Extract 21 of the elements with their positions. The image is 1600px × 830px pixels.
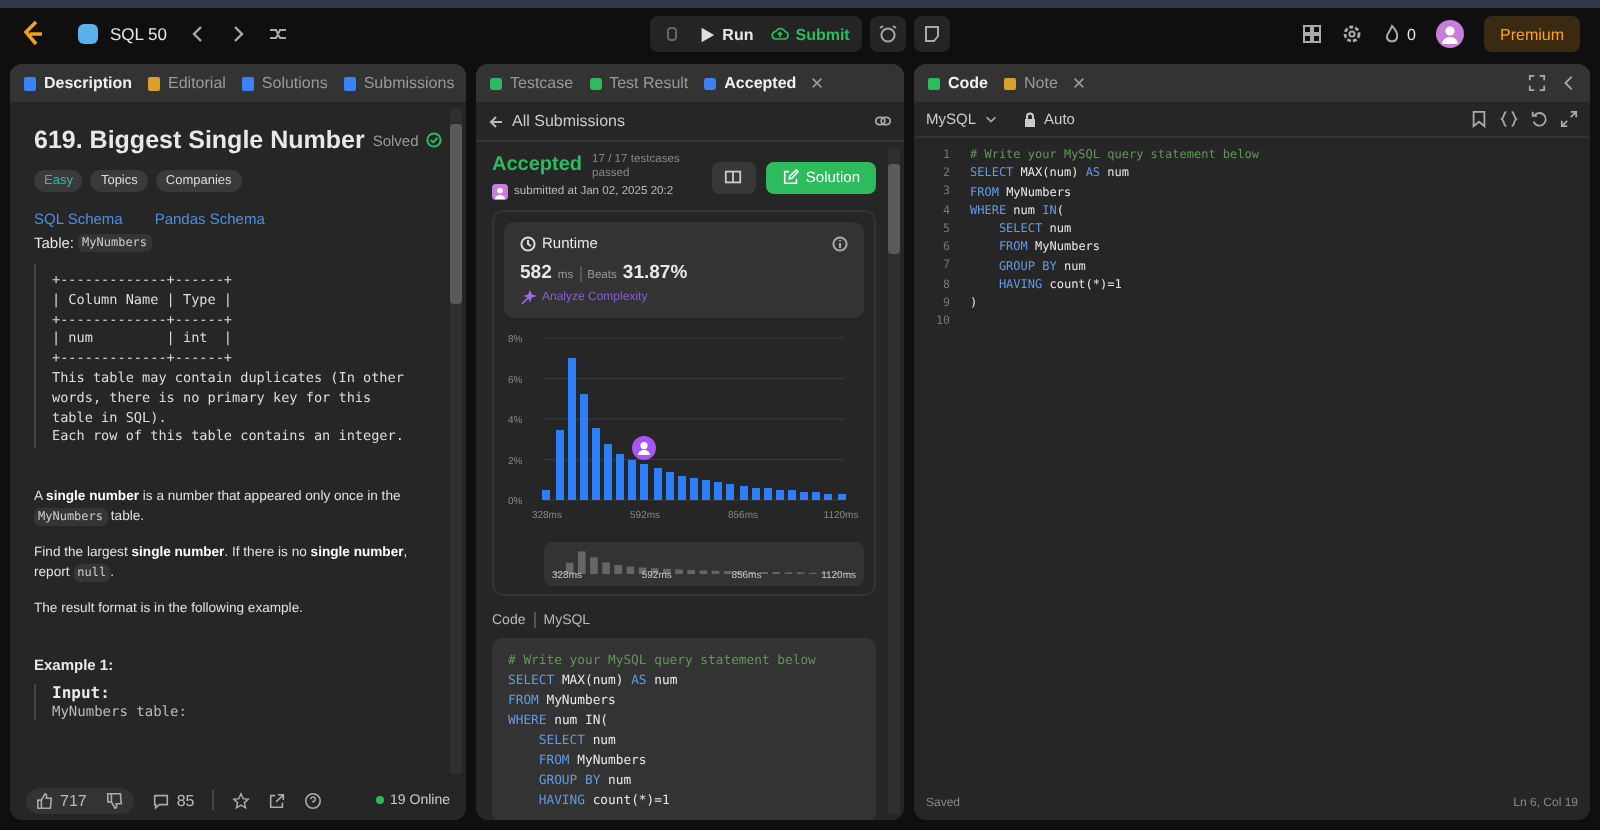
panel-tab[interactable]: Testcase — [488, 74, 574, 92]
premium-button[interactable]: Premium — [1484, 16, 1581, 52]
run-button[interactable]: Run — [698, 25, 754, 43]
comments-button[interactable]: 85 — [152, 791, 195, 809]
panel-tab[interactable]: Code — [926, 74, 988, 92]
submit-button[interactable]: Submit — [769, 24, 850, 44]
panel-tab[interactable]: Accepted — [702, 74, 797, 92]
panel-tab[interactable]: Description — [22, 74, 133, 92]
panel-tab[interactable]: Editorial — [146, 74, 226, 92]
panel-tab[interactable]: Note — [1002, 74, 1058, 92]
runtime-value: 582 — [520, 262, 552, 284]
panel-tab[interactable]: Submissions — [341, 74, 455, 92]
problem-title: 619. Biggest Single Number — [34, 126, 365, 154]
panel-tab[interactable]: Test Result — [587, 74, 689, 92]
all-submissions-link[interactable]: All Submissions — [488, 112, 874, 130]
example-input-label: Input: — [52, 684, 112, 703]
accepted-status: Accepted — [492, 154, 583, 176]
streak-count: 0 — [1407, 25, 1416, 43]
problem-list-button[interactable]: SQL 50 — [76, 22, 168, 46]
beats-value: 31.87% — [622, 262, 688, 284]
panel-tab[interactable]: Solutions — [239, 74, 328, 92]
